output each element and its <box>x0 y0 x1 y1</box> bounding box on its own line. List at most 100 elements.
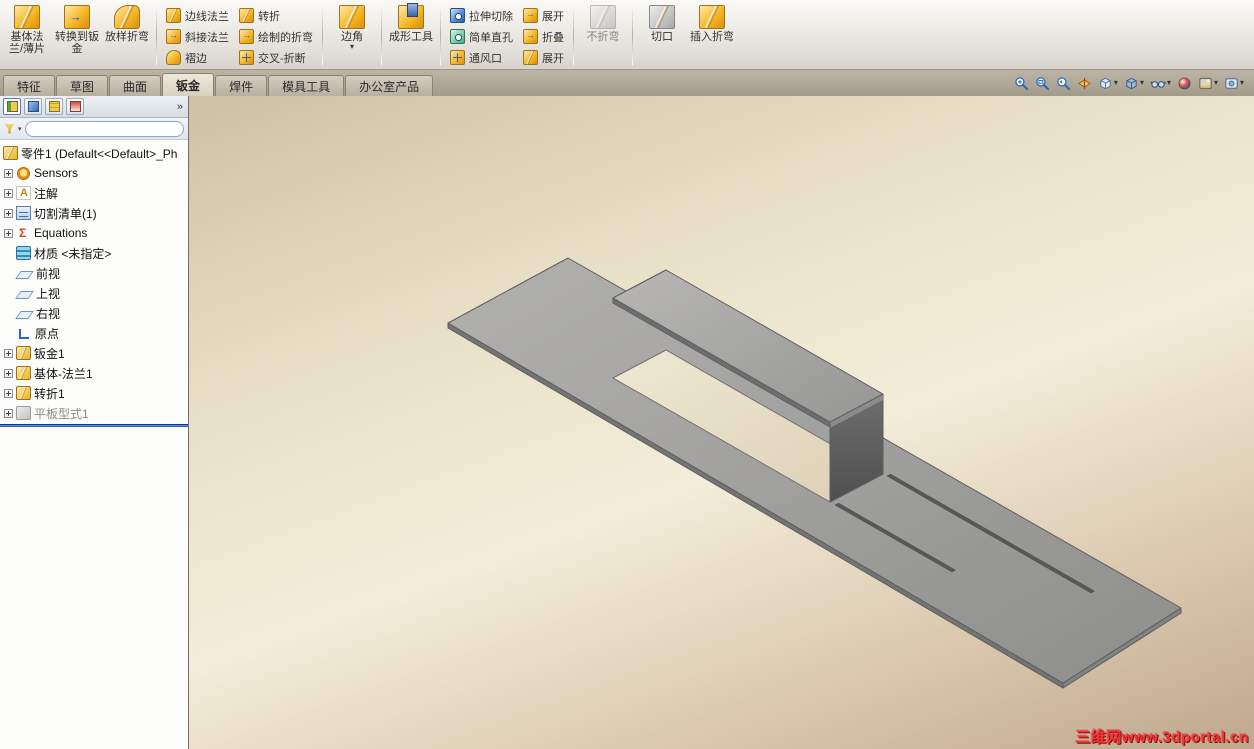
hem-button[interactable]: 褶边 <box>162 48 233 67</box>
tree-item-annotations[interactable]: 注解 <box>0 183 188 203</box>
dropdown-caret[interactable]: ▾ <box>1140 79 1144 87</box>
convert-to-sheet-metal-button[interactable]: 转换到钣金 <box>53 2 101 68</box>
rollback-bar[interactable] <box>0 424 188 427</box>
configurationmanager-icon <box>48 101 60 112</box>
tree-item-flat-pattern1[interactable]: 平板型式1 <box>0 403 188 423</box>
graphics-viewport[interactable]: 三维网www.3dportal.cn <box>189 96 1254 749</box>
zoom-to-fit-icon[interactable] <box>1014 76 1029 91</box>
expand-toggle[interactable] <box>4 348 13 358</box>
tree-item-label: 前视 <box>36 266 61 281</box>
tree-item-top-plane[interactable]: 上视 <box>0 283 188 303</box>
simple-hole-button[interactable]: 简单直孔 <box>446 27 517 46</box>
featuremanager-tab[interactable] <box>3 98 21 115</box>
sheet-metal-part-model[interactable] <box>189 96 1254 749</box>
expand-toggle[interactable] <box>4 228 13 238</box>
part-icon <box>3 146 18 160</box>
tab-sketch[interactable]: 草图 <box>56 75 109 96</box>
tree-item-label: 右视 <box>36 306 61 321</box>
no-bends-icon <box>590 5 616 29</box>
tree-item-label: 材质 <未指定> <box>34 246 112 261</box>
zoom-to-area-icon[interactable] <box>1035 76 1050 91</box>
forming-tool-button[interactable]: 成形工具 <box>387 2 435 68</box>
filter-funnel-icon[interactable] <box>4 123 15 134</box>
tree-filter-input[interactable] <box>24 120 184 137</box>
button-label: 通风口 <box>469 52 502 65</box>
tab-weldments[interactable]: 焊件 <box>215 75 268 96</box>
sheet-metal-ribbon: 基体法兰/薄片 转换到钣金 放样折弯 边线法兰 斜接法兰 褶边 转折 绘制的折弯 <box>0 0 1254 70</box>
expand-toggle[interactable] <box>4 388 13 398</box>
lofted-bend-button[interactable]: 放样折弯 <box>103 2 151 68</box>
dropdown-caret[interactable]: ▾ <box>1240 79 1244 87</box>
unfold-button[interactable]: 展开 <box>519 6 568 25</box>
sketched-bend-button[interactable]: 绘制的折弯 <box>235 27 317 46</box>
tree-item-part1[interactable]: 零件1 (Default<<Default>_Ph <box>0 143 188 163</box>
dimxpertmanager-icon <box>69 101 81 112</box>
configurationmanager-tab[interactable] <box>45 98 63 115</box>
corner-icon <box>339 5 365 29</box>
flatten-button[interactable]: 展开 <box>519 48 568 67</box>
tree-item-origin[interactable]: 原点 <box>0 323 188 343</box>
insert-bends-button[interactable]: 插入折弯 <box>688 2 736 68</box>
zoom-previous-icon[interactable] <box>1056 76 1071 91</box>
tab-features[interactable]: 特征 <box>3 75 56 96</box>
base-flange-button[interactable]: 基体法兰/薄片 <box>3 2 51 68</box>
expand-toggle[interactable] <box>4 188 13 198</box>
expand-toggle[interactable] <box>4 408 13 418</box>
expand-toggle[interactable] <box>4 168 13 178</box>
tree-item-front-plane[interactable]: 前视 <box>0 263 188 283</box>
tree-item-material[interactable]: 材质 <未指定> <box>0 243 188 263</box>
extruded-cut-button[interactable]: 拉伸切除 <box>446 6 517 25</box>
tree-item-base-flange1[interactable]: 基体-法兰1 <box>0 363 188 383</box>
tab-office-products[interactable]: 办公室产品 <box>345 75 434 96</box>
panel-tab-strip: » <box>0 96 188 118</box>
annotations-icon <box>16 186 31 200</box>
expand-toggle[interactable] <box>4 208 13 218</box>
dimxpertmanager-tab[interactable] <box>66 98 84 115</box>
hide-show-items-icon[interactable]: ▾ <box>1150 76 1171 91</box>
tab-surfaces[interactable]: 曲面 <box>109 75 162 96</box>
tree-filter-row: ▾ <box>0 118 188 140</box>
vent-button[interactable]: 通风口 <box>446 48 517 67</box>
equations-icon <box>16 226 31 240</box>
propertymanager-tab[interactable] <box>24 98 42 115</box>
edit-appearance-icon[interactable] <box>1177 76 1192 91</box>
jog-button[interactable]: 转折 <box>235 6 317 25</box>
tree-item-equations[interactable]: Equations <box>0 223 188 243</box>
rip-button[interactable]: 切口 <box>638 2 686 68</box>
unfold-icon <box>523 8 538 23</box>
vent-icon <box>450 50 465 65</box>
tree-item-label: 转折1 <box>34 386 65 401</box>
view-settings-icon[interactable]: ▾ <box>1224 76 1244 91</box>
tree-item-cut-list[interactable]: 切割清单(1) <box>0 203 188 223</box>
edge-flange-button[interactable]: 边线法兰 <box>162 6 233 25</box>
tab-sheet-metal[interactable]: 钣金 <box>162 73 215 96</box>
tree-item-label: 上视 <box>36 286 61 301</box>
corner-dropdown-caret[interactable]: ▾ <box>350 43 354 51</box>
expand-toggle[interactable] <box>4 368 13 378</box>
display-style-icon[interactable]: ▾ <box>1124 76 1144 91</box>
cut-button-column: 拉伸切除 简单直孔 通风口 <box>446 2 517 68</box>
tree-item-jog1[interactable]: 转折1 <box>0 383 188 403</box>
button-label: 斜接法兰 <box>185 31 229 44</box>
tree-item-sheet-metal1[interactable]: 钣金1 <box>0 343 188 363</box>
section-view-icon[interactable] <box>1077 76 1092 91</box>
base-flange-feature-icon <box>16 366 31 380</box>
view-orientation-icon[interactable]: ▾ <box>1098 76 1118 91</box>
corner-button[interactable]: 边角 ▾ <box>328 2 376 68</box>
cross-break-button[interactable]: 交叉-折断 <box>235 48 317 67</box>
miter-flange-button[interactable]: 斜接法兰 <box>162 27 233 46</box>
tree-item-sensors[interactable]: Sensors <box>0 163 188 183</box>
tree-item-right-plane[interactable]: 右视 <box>0 303 188 323</box>
tree-item-label: 注解 <box>34 186 59 201</box>
tab-label: 模具工具 <box>282 79 331 94</box>
ribbon-separator <box>322 5 323 65</box>
dropdown-caret[interactable]: ▾ <box>1114 79 1118 87</box>
tab-mold-tools[interactable]: 模具工具 <box>268 75 345 96</box>
fold-button[interactable]: 折叠 <box>519 27 568 46</box>
dropdown-caret[interactable]: ▾ <box>1214 79 1218 87</box>
ribbon-separator <box>156 5 157 65</box>
panel-tab-overflow[interactable]: » <box>177 101 185 113</box>
filter-dropdown-caret[interactable]: ▾ <box>18 125 22 133</box>
dropdown-caret[interactable]: ▾ <box>1167 79 1171 87</box>
apply-scene-icon[interactable]: ▾ <box>1198 76 1218 91</box>
